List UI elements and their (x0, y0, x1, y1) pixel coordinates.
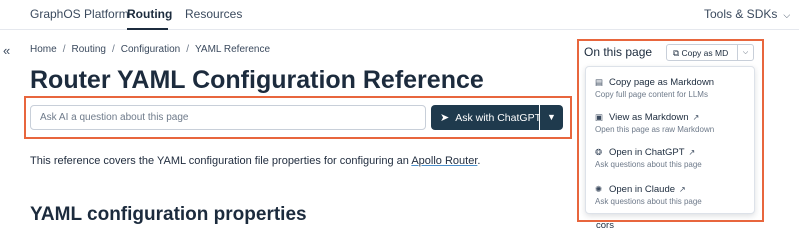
nav-graphos-platform[interactable]: GraphOS Platform (30, 7, 129, 21)
toc-item-cors[interactable]: cors (596, 220, 614, 231)
breadcrumb-separator: / (111, 44, 115, 55)
page-title: Router YAML Configuration Reference (30, 66, 484, 94)
chevron-down-icon: ⌵ (783, 10, 791, 20)
top-nav: GraphOS Platform Routing Resources Tools… (0, 0, 799, 30)
intro-period: . (477, 155, 481, 167)
nav-active-indicator (127, 28, 168, 30)
highlight-on-this-page (577, 39, 764, 222)
breadcrumb-configuration[interactable]: Configuration (121, 44, 180, 55)
breadcrumb-home[interactable]: Home (30, 44, 57, 55)
apollo-router-link[interactable]: Apollo Router (411, 155, 477, 167)
breadcrumb-yaml-reference: YAML Reference (194, 44, 271, 55)
breadcrumb-routing[interactable]: Routing (71, 44, 105, 55)
section-heading: YAML configuration properties (30, 204, 307, 225)
nav-tools-sdks[interactable]: Tools & SDKs ⌵ (704, 7, 790, 21)
breadcrumb-separator: / (62, 44, 66, 55)
highlight-ask-ai (24, 96, 572, 139)
collapse-sidebar-icon[interactable]: « (3, 43, 10, 58)
nav-routing[interactable]: Routing (127, 7, 172, 21)
intro-paragraph: This reference covers the YAML configura… (30, 155, 480, 167)
intro-text: This reference covers the YAML configura… (30, 155, 412, 167)
breadcrumb: Home / Routing / Configuration / YAML Referenc… (30, 44, 270, 55)
breadcrumb-separator: / (186, 44, 189, 55)
nav-resources[interactable]: Resources (185, 7, 242, 21)
nav-tools-sdks-label: Tools & SDKs (704, 7, 778, 21)
